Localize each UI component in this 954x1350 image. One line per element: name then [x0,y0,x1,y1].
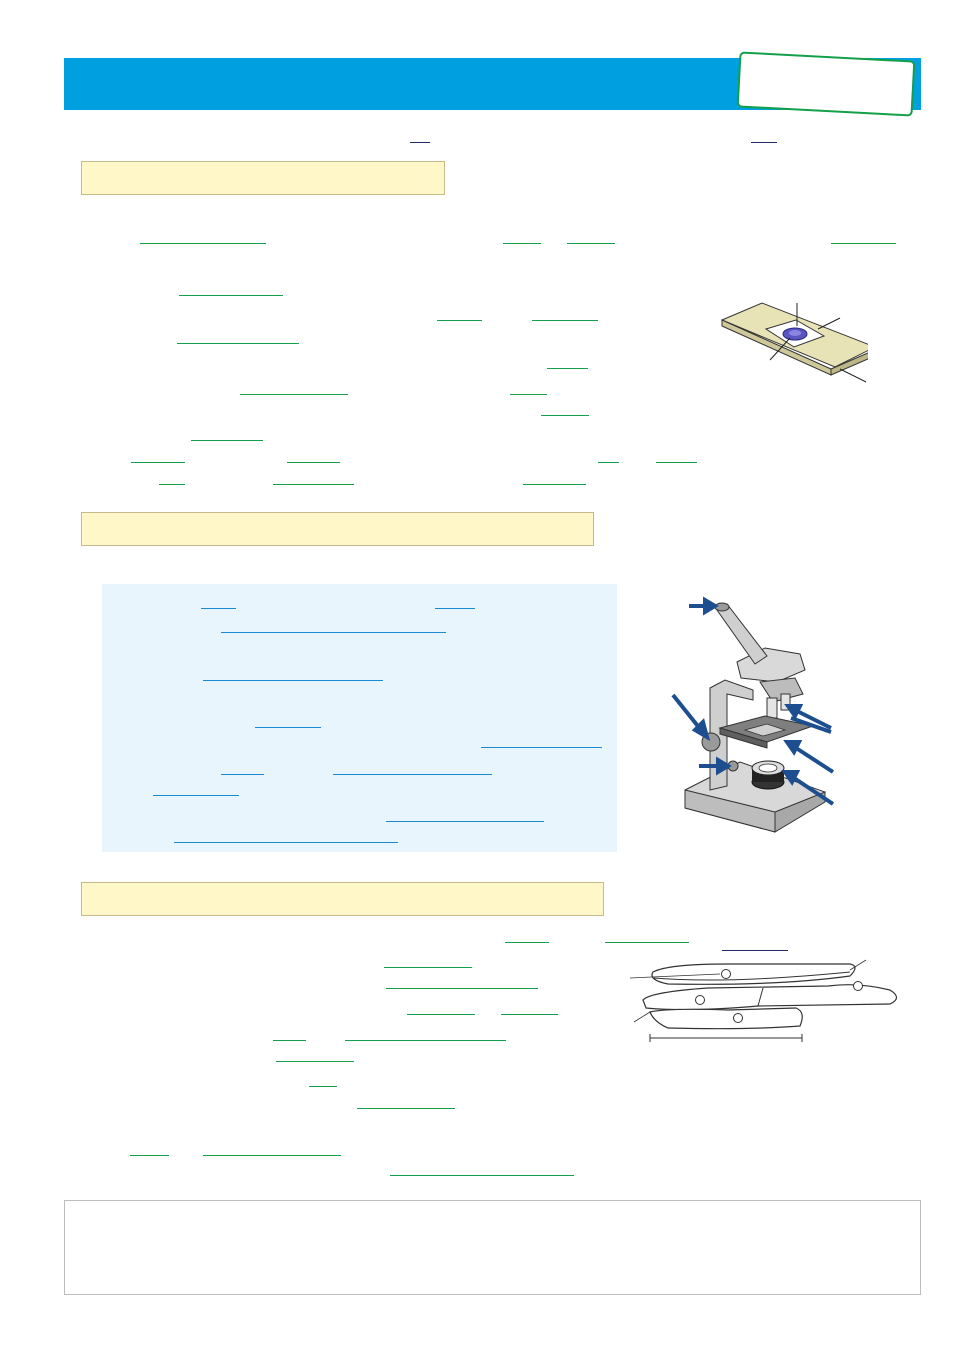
answer-blank[interactable] [751,142,777,143]
section-heading-box-1 [81,161,445,195]
answer-blank[interactable] [240,394,348,395]
section-heading-box-2 [81,512,594,546]
answer-blank[interactable] [722,950,788,951]
title-stamp [736,51,916,117]
answer-blank[interactable] [140,243,266,244]
answer-blank[interactable] [177,343,299,344]
answer-blank[interactable] [131,462,185,463]
answer-blank[interactable] [567,243,615,244]
microscope-illustration [671,596,835,833]
answer-blank[interactable] [410,142,430,143]
info-panel [102,584,617,852]
answer-blank[interactable] [541,415,589,416]
answer-blank[interactable] [130,1155,169,1156]
answer-blank[interactable] [203,680,383,681]
answer-blank[interactable] [437,320,482,321]
answer-blank[interactable] [435,608,475,609]
answer-blank[interactable] [153,795,239,796]
answer-blank[interactable] [831,243,896,244]
answer-blank[interactable] [386,821,544,822]
answer-blank[interactable] [357,1108,455,1109]
answer-blank[interactable] [505,942,549,943]
answer-blank[interactable] [547,368,588,369]
answer-blank[interactable] [276,1061,354,1062]
answer-blank[interactable] [273,1040,306,1041]
answer-blank[interactable] [532,320,598,321]
answer-blank[interactable] [510,394,547,395]
answer-blank[interactable] [481,747,602,748]
answer-blank[interactable] [345,1040,506,1041]
answer-blank[interactable] [523,484,586,485]
answer-blank[interactable] [384,967,472,968]
slide-illustration [720,302,868,383]
answer-blank[interactable] [309,1086,337,1087]
answer-blank[interactable] [598,462,619,463]
forceps-illustration [629,959,898,1042]
section-heading-box-3 [81,882,604,916]
answer-blank[interactable] [191,440,263,441]
answer-blank[interactable] [174,842,398,843]
footer-notes-box [64,1200,921,1295]
answer-blank[interactable] [407,1014,475,1015]
answer-blank[interactable] [386,988,538,989]
answer-blank[interactable] [287,462,340,463]
answer-blank[interactable] [221,774,264,775]
answer-blank[interactable] [605,942,689,943]
answer-blank[interactable] [333,774,492,775]
answer-blank[interactable] [179,295,283,296]
answer-blank[interactable] [503,243,541,244]
answer-blank[interactable] [255,727,321,728]
answer-blank[interactable] [273,484,354,485]
answer-blank[interactable] [221,632,446,633]
answer-blank[interactable] [159,484,185,485]
answer-blank[interactable] [656,462,697,463]
answer-blank[interactable] [390,1175,574,1176]
answer-blank[interactable] [203,1155,341,1156]
answer-blank[interactable] [201,608,236,609]
answer-blank[interactable] [501,1014,558,1015]
